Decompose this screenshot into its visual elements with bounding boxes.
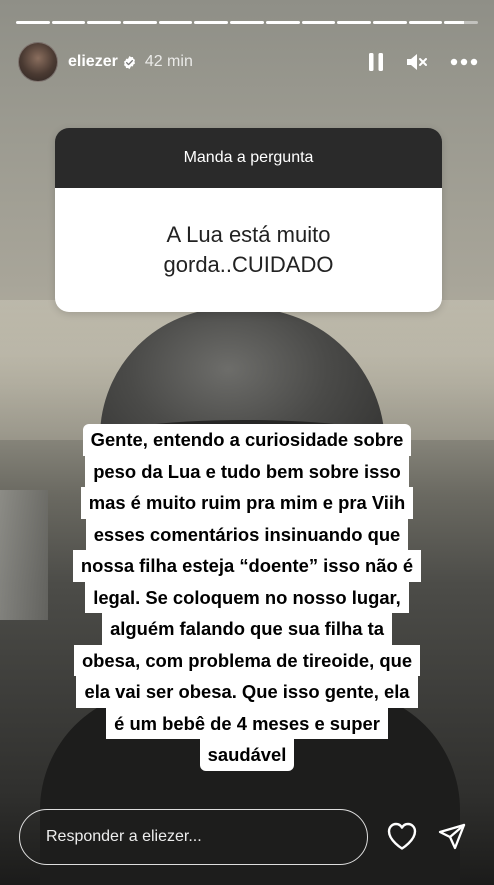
caption-line: ela vai ser obesa. Que isso gente, ela	[76, 676, 418, 708]
progress-fill	[444, 21, 465, 24]
send-icon[interactable]	[437, 822, 467, 852]
pause-icon[interactable]	[368, 52, 384, 72]
progress-fill	[265, 21, 300, 24]
question-text: A Lua está muito gorda..CUIDADO	[55, 188, 442, 312]
time-ago: 42 min	[144, 53, 193, 70]
progress-fill	[301, 21, 336, 24]
caption-line: saudável	[199, 739, 295, 771]
progress-segment	[372, 21, 407, 24]
story-progress	[16, 21, 478, 24]
caption-line: alguém falando que sua filha ta	[102, 613, 392, 645]
caption-line: mas é muito ruim pra mim e pra Viih	[80, 487, 414, 519]
progress-fill	[158, 21, 193, 24]
caption-line: Gente, entendo a curiosidade sobre	[82, 424, 412, 456]
caption-line: legal. Se coloquem no nosso lugar,	[85, 581, 409, 613]
progress-fill	[123, 21, 157, 24]
progress-fill	[408, 21, 443, 24]
more-options-icon[interactable]	[450, 58, 478, 66]
progress-segment	[408, 21, 443, 24]
avatar[interactable]	[18, 42, 58, 82]
muted-speaker-icon[interactable]	[406, 52, 428, 72]
caption-line: peso da Lua e tudo bem sobre isso	[85, 455, 409, 487]
progress-fill	[194, 21, 229, 24]
progress-segment	[16, 21, 50, 24]
progress-segment	[158, 21, 193, 24]
question-sticker[interactable]: Manda a pergunta A Lua está muito gorda.…	[55, 128, 442, 312]
progress-segment	[123, 21, 157, 24]
reply-input[interactable]	[46, 828, 367, 846]
question-prompt: Manda a pergunta	[55, 128, 442, 188]
progress-segment	[301, 21, 336, 24]
progress-fill	[372, 21, 407, 24]
progress-fill	[16, 21, 50, 24]
username[interactable]: eliezer	[68, 53, 118, 71]
verified-badge-icon	[123, 55, 135, 69]
progress-segment	[265, 21, 300, 24]
progress-segment	[444, 21, 478, 24]
progress-fill	[87, 21, 122, 24]
progress-segment	[230, 21, 264, 24]
heart-icon[interactable]	[386, 821, 418, 851]
progress-segment	[194, 21, 229, 24]
story-viewer[interactable]: eliezer 42 min Manda a pergunta A Lua es…	[0, 0, 494, 885]
caption-line: é um bebê de 4 meses e super	[106, 707, 388, 739]
progress-fill	[51, 21, 86, 24]
progress-segment	[87, 21, 122, 24]
story-caption: Gente, entendo a curiosidade sobre peso …	[0, 424, 494, 771]
progress-fill	[230, 21, 264, 24]
progress-segment	[51, 21, 86, 24]
caption-line: nossa filha esteja “doente” isso não é	[72, 550, 422, 582]
progress-segment	[337, 21, 371, 24]
reply-field[interactable]	[19, 809, 368, 865]
caption-line: obesa, com problema de tireoide, que	[73, 644, 421, 676]
story-header: eliezer 42 min	[18, 42, 478, 82]
progress-fill	[337, 21, 371, 24]
caption-line: esses comentários insinuando que	[85, 518, 409, 550]
